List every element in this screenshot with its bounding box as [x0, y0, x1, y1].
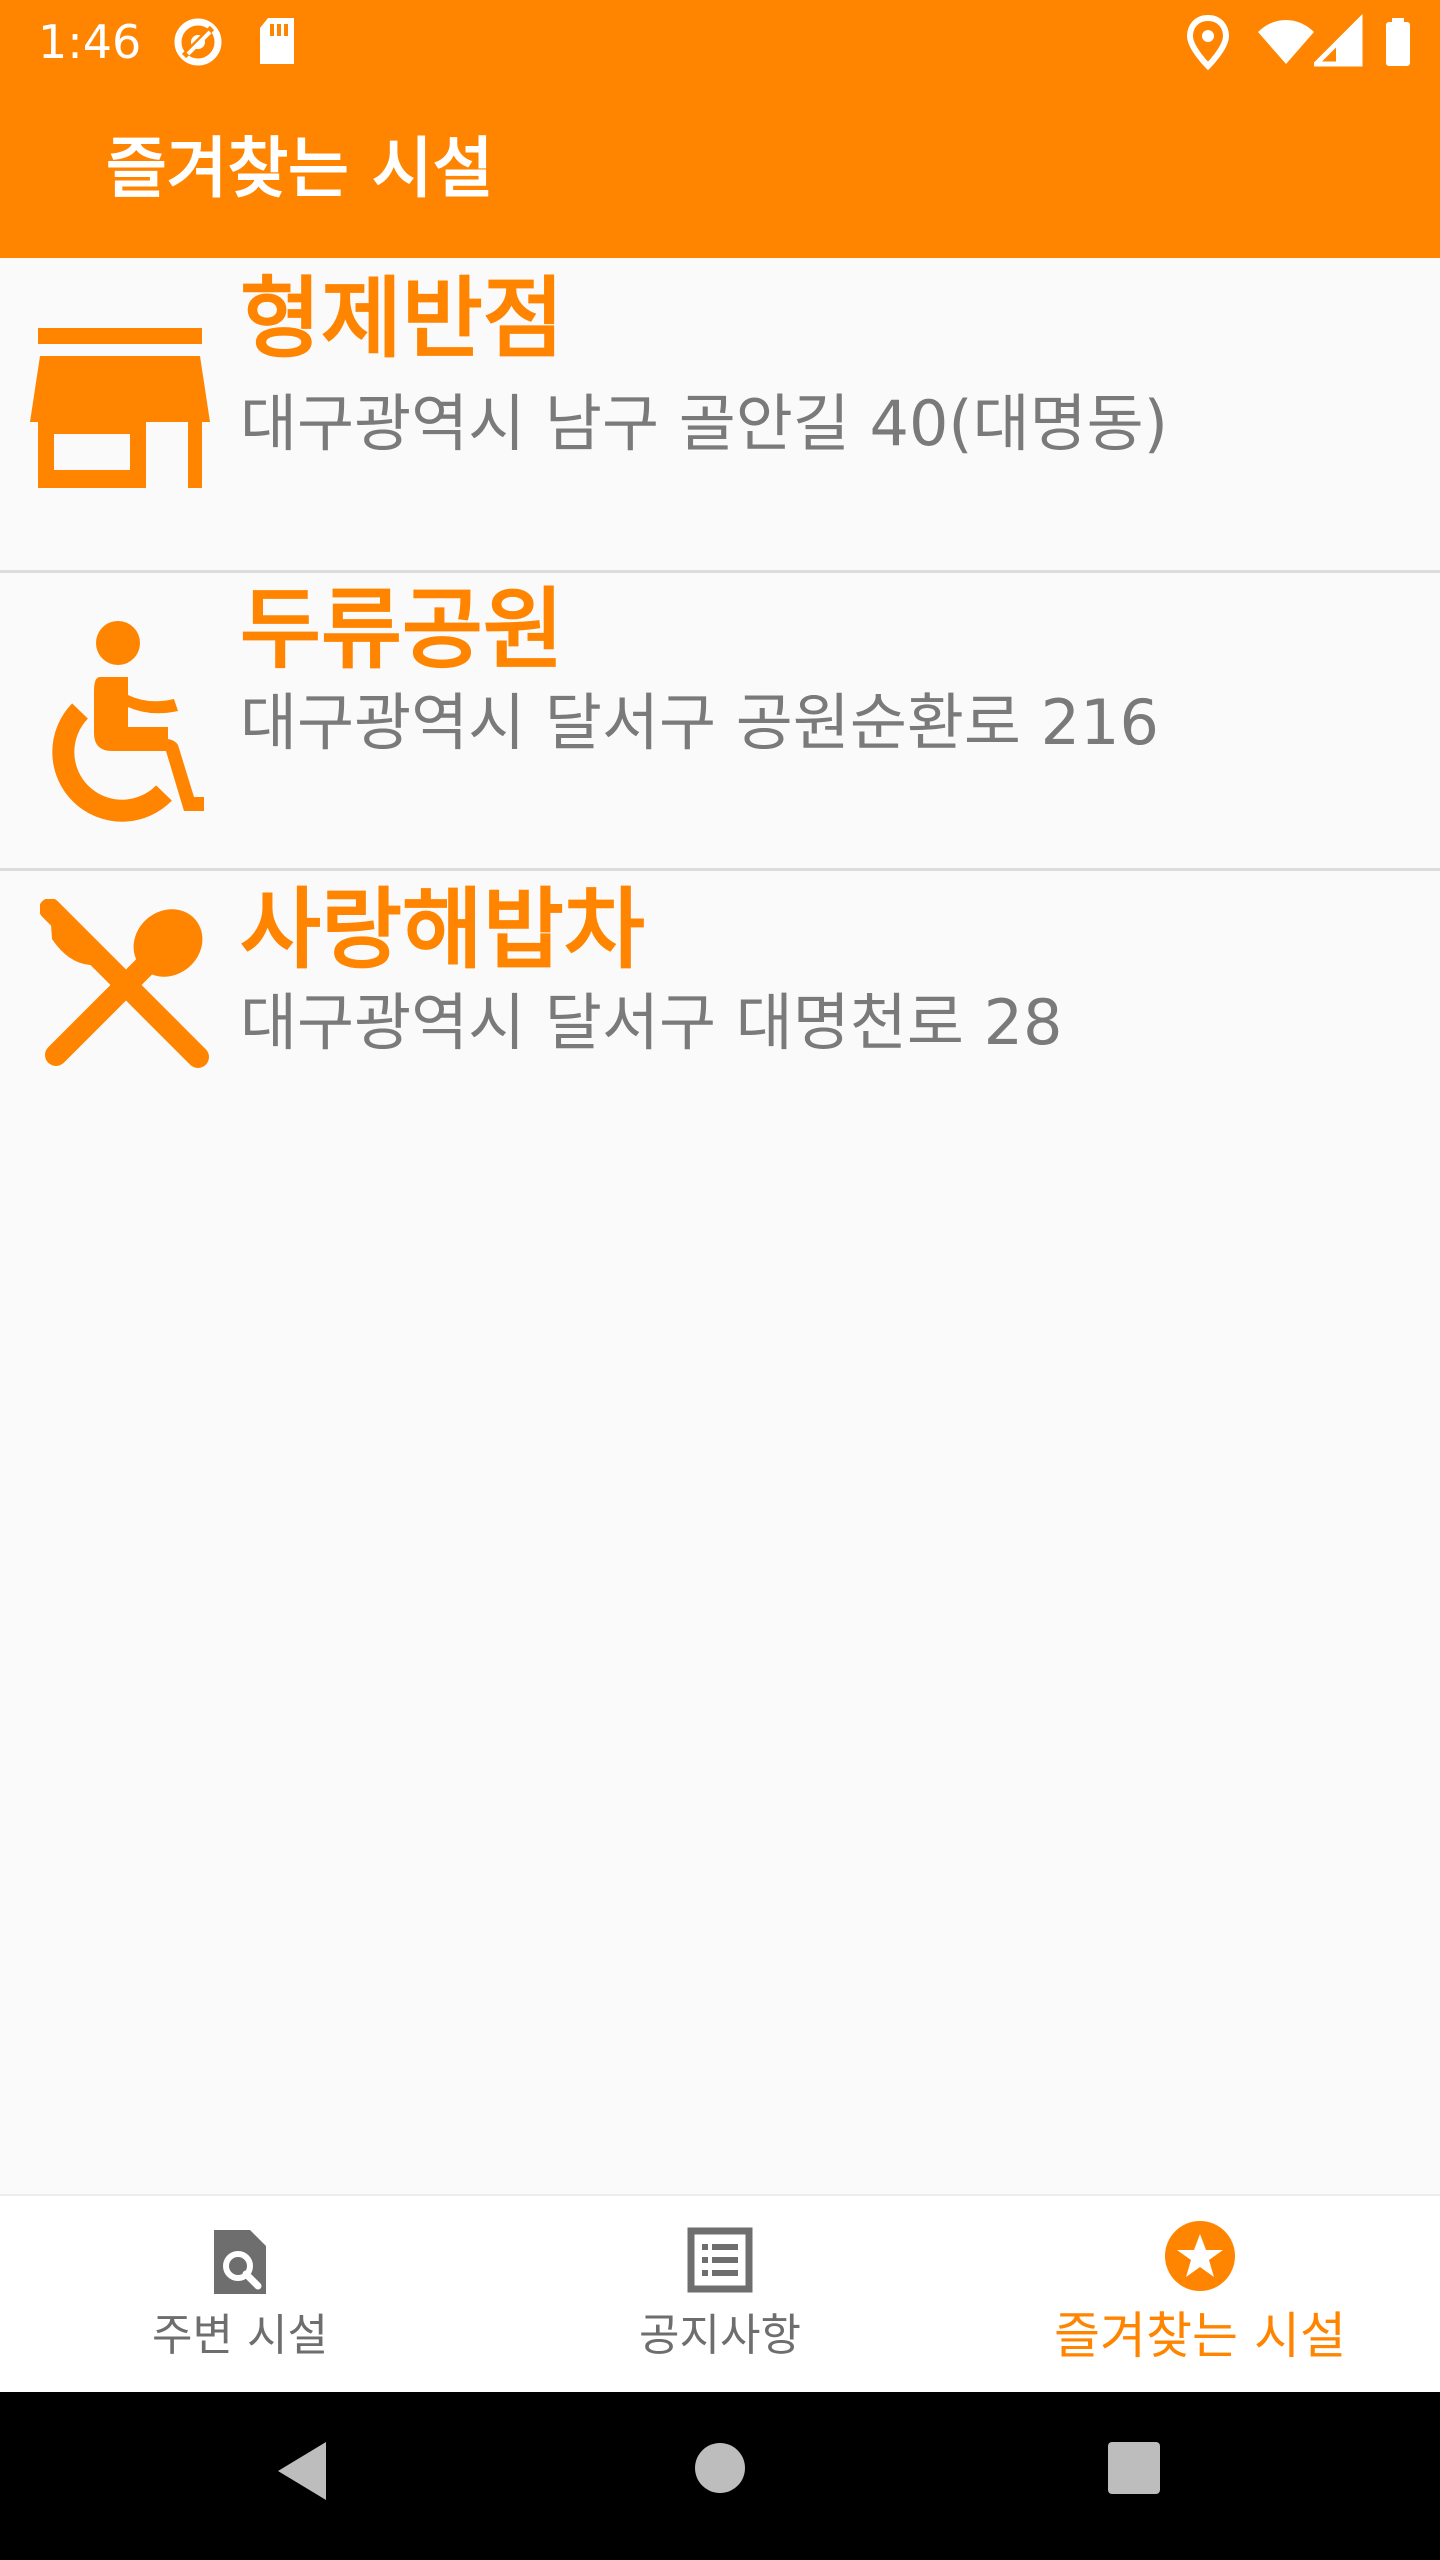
page-title: 즐겨찾는 시설	[106, 130, 494, 207]
screen: 1:46 즐겨찾는 시설 형제반점 대구광역시 남구 골안길 40(대명동) 두…	[0, 0, 1440, 2560]
star-icon	[1164, 2220, 1236, 2296]
nav-label: 주변 시설	[152, 2310, 328, 2361]
nav-label: 공지사항	[639, 2310, 801, 2361]
nav-nearby-facilities[interactable]: 주변 시설	[0, 2196, 480, 2392]
facility-address: 대구광역시 달서구 대명천로 28	[240, 986, 1063, 1059]
bottom-nav: 주변 시설 공지사항 즐겨찾는 시설	[0, 2194, 1440, 2392]
list-item[interactable]: 사랑해밥차 대구광역시 달서구 대명천로 28	[0, 871, 1440, 1091]
list-item[interactable]: 형제반점 대구광역시 남구 골안길 40(대명동)	[0, 258, 1440, 573]
status-bar: 1:46	[0, 0, 1440, 84]
system-nav-bar	[0, 2392, 1440, 2560]
facility-address: 대구광역시 달서구 공원순환로 216	[240, 686, 1159, 759]
sd-card-icon	[256, 14, 298, 74]
store-icon	[30, 322, 210, 496]
nav-notices[interactable]: 공지사항	[480, 2196, 960, 2392]
restaurant-icon	[39, 898, 210, 1073]
facility-address: 대구광역시 남구 골안길 40(대명동)	[240, 387, 1168, 460]
list-item[interactable]: 두류공원 대구광역시 달서구 공원순환로 216	[0, 573, 1440, 871]
list-icon	[686, 2226, 754, 2298]
wheelchair-icon	[44, 615, 204, 829]
facility-name: 사랑해밥차	[240, 878, 645, 981]
nav-label: 즐겨찾는 시설	[1054, 2307, 1346, 2365]
status-time: 1:46	[38, 15, 142, 69]
facility-name: 두류공원	[240, 578, 564, 681]
battery-icon	[1382, 14, 1414, 74]
facility-list: 형제반점 대구광역시 남구 골안길 40(대명동) 두류공원 대구광역시 달서구…	[0, 258, 1440, 1091]
nav-favorite-facilities[interactable]: 즐겨찾는 시설	[960, 2196, 1440, 2392]
facility-name: 형제반점	[240, 267, 564, 370]
home-icon[interactable]	[694, 2442, 746, 2498]
sync-icon	[170, 14, 226, 74]
wifi-icon	[1256, 14, 1316, 74]
signal-icon	[1309, 13, 1364, 74]
app-bar: 즐겨찾는 시설	[0, 84, 1440, 258]
location-icon	[1186, 14, 1230, 74]
back-icon[interactable]	[272, 2436, 332, 2510]
search-document-icon	[210, 2226, 270, 2302]
recents-icon[interactable]	[1108, 2442, 1160, 2498]
